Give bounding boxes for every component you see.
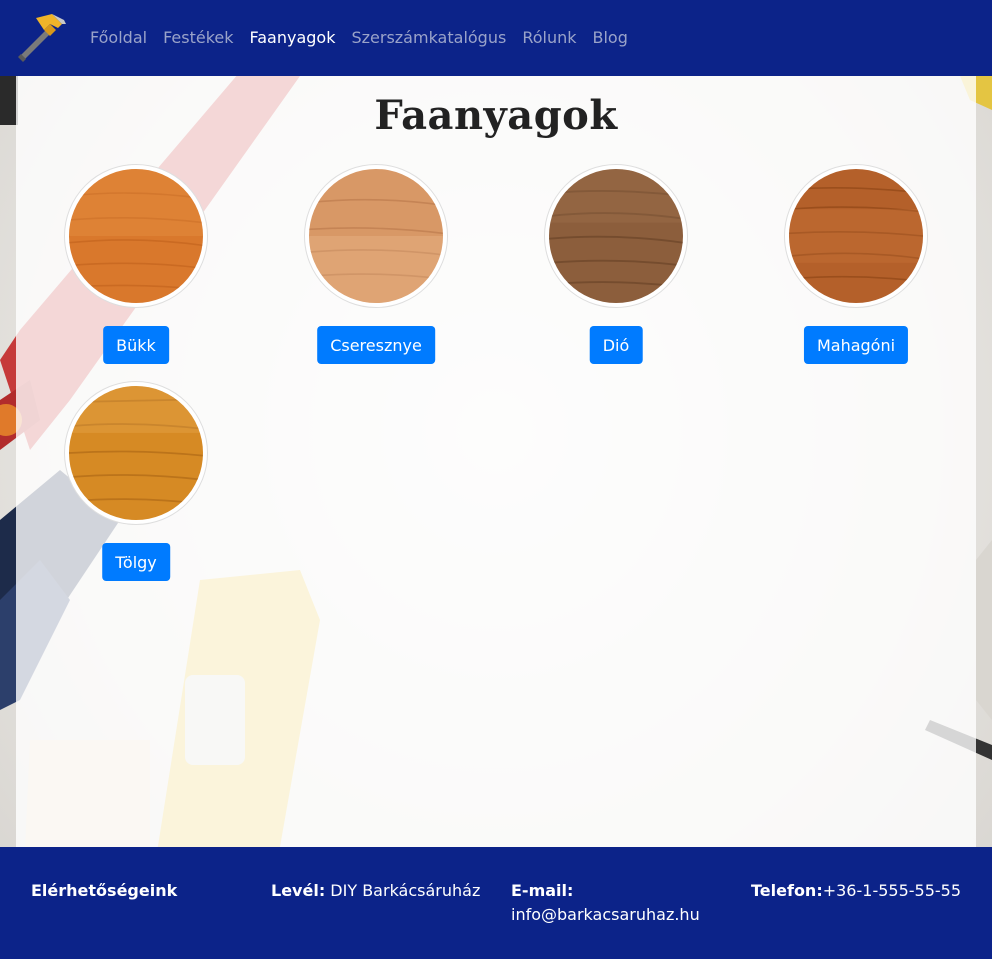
footer-phone: Telefon:+36-1-555-55-55 xyxy=(751,879,981,903)
wood-card-bukk: Bükk xyxy=(16,164,256,384)
wood-image-tolgy[interactable] xyxy=(64,381,208,525)
nav-link-rolunk[interactable]: Rólunk xyxy=(514,0,584,76)
wood-image-cseresznye[interactable] xyxy=(304,164,448,308)
wood-card-tolgy: Tölgy xyxy=(16,381,256,601)
wood-button-bukk[interactable]: Bükk xyxy=(103,326,169,364)
wood-card-cseresznye: Cseresznye xyxy=(256,164,496,384)
nav-link-fooldal[interactable]: Főoldal xyxy=(82,0,155,76)
navbar: Főoldal Festékek Faanyagok Szerszámkatal… xyxy=(0,0,992,76)
wood-image-bukk[interactable] xyxy=(64,164,208,308)
footer-email-label: E-mail: xyxy=(511,881,574,900)
footer-email-link[interactable]: info@barkacsaruhaz.hu xyxy=(511,905,700,924)
footer-email: E-mail: info@barkacsaruhaz.hu xyxy=(511,879,741,927)
hammer-icon[interactable] xyxy=(14,10,70,66)
footer-phone-label: Telefon: xyxy=(751,881,823,900)
wood-button-tolgy[interactable]: Tölgy xyxy=(102,543,170,581)
nav-links: Főoldal Festékek Faanyagok Szerszámkatal… xyxy=(82,0,636,76)
wood-button-dio[interactable]: Dió xyxy=(589,326,643,364)
wood-card-mahagoni: Mahagóni xyxy=(736,164,976,384)
nav-link-faanyagok[interactable]: Faanyagok xyxy=(242,0,344,76)
footer-mail-value: DIY Barkácsáruház xyxy=(325,881,481,900)
nav-link-blog[interactable]: Blog xyxy=(585,0,636,76)
footer: Elérhetőségeink Levél: DIY Barkácsáruház… xyxy=(0,847,992,959)
wood-button-mahagoni[interactable]: Mahagóni xyxy=(803,326,909,364)
nav-link-szerszamkatalogus[interactable]: Szerszámkatalógus xyxy=(343,0,514,76)
footer-heading-text: Elérhetőségeink xyxy=(31,881,178,900)
page-title: Faanyagok xyxy=(374,92,618,139)
footer-phone-value: +36-1-555-55-55 xyxy=(822,881,962,900)
footer-mail-label: Levél: xyxy=(271,881,326,900)
wood-card-dio: Dió xyxy=(496,164,736,384)
nav-link-festekek[interactable]: Festékek xyxy=(155,0,241,76)
main-content: Faanyagok Bükk Cseresznye Dió Mahagóni T… xyxy=(16,76,976,847)
wood-button-cseresznye[interactable]: Cseresznye xyxy=(317,326,435,364)
footer-mail: Levél: DIY Barkácsáruház xyxy=(271,879,501,903)
footer-heading: Elérhetőségeink xyxy=(31,879,261,903)
wood-image-dio[interactable] xyxy=(544,164,688,308)
wood-image-mahagoni[interactable] xyxy=(784,164,928,308)
